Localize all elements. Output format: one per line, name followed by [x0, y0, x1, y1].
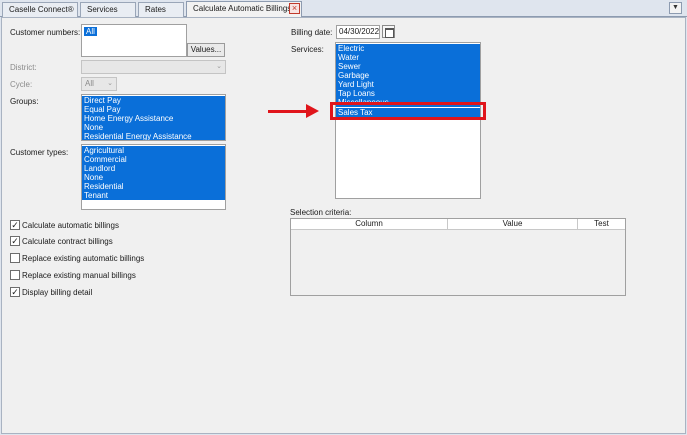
- list-item[interactable]: Tap Loans: [336, 89, 480, 98]
- column-header-test[interactable]: Test: [578, 219, 625, 230]
- customer-numbers-value: All: [84, 27, 97, 36]
- calculate-contract-billings-checkbox[interactable]: ✓: [10, 236, 20, 246]
- selection-criteria-label: Selection criteria:: [290, 208, 352, 217]
- values-button[interactable]: Values...: [187, 43, 225, 57]
- services-list[interactable]: Electric Water Sewer Garbage Yard Light …: [335, 42, 481, 199]
- annotation-highlight-box: [330, 102, 486, 120]
- tab-rates[interactable]: Rates: [138, 2, 184, 17]
- cycle-label: Cycle:: [10, 80, 33, 89]
- list-item[interactable]: Home Energy Assistance: [82, 114, 225, 123]
- cycle-value: All: [85, 79, 94, 88]
- list-item[interactable]: Electric: [336, 44, 480, 53]
- calculate-contract-billings-label: Calculate contract billings: [22, 237, 113, 246]
- billing-date-input[interactable]: 04/30/2022: [336, 25, 380, 39]
- customer-numbers-input[interactable]: All: [81, 24, 187, 57]
- chevron-down-icon: ⌄: [216, 63, 222, 70]
- list-item[interactable]: Residential Energy Assistance: [82, 132, 225, 140]
- groups-list[interactable]: Direct Pay Equal Pay Home Energy Assista…: [81, 94, 226, 141]
- list-item[interactable]: Residential: [82, 182, 225, 191]
- close-tab-icon[interactable]: ×: [289, 3, 300, 14]
- column-header-value[interactable]: Value: [448, 219, 578, 230]
- list-item[interactable]: Tenant: [82, 191, 225, 200]
- annotation-arrow-icon: [306, 104, 319, 118]
- tab-bar: Caselle Connect® Services Rates Calculat…: [0, 0, 687, 17]
- list-item[interactable]: None: [82, 173, 225, 182]
- list-item[interactable]: Landlord: [82, 164, 225, 173]
- services-label: Services:: [291, 45, 324, 54]
- display-billing-detail-label: Display billing detail: [22, 288, 93, 297]
- customer-types-list[interactable]: Agricultural Commercial Landlord None Re…: [81, 144, 226, 210]
- cycle-select[interactable]: All ⌄: [81, 77, 117, 91]
- list-item[interactable]: Direct Pay: [82, 96, 225, 105]
- calendar-icon[interactable]: [382, 25, 395, 38]
- replace-existing-automatic-billings-label: Replace existing automatic billings: [22, 254, 145, 263]
- list-item[interactable]: Equal Pay: [82, 105, 225, 114]
- groups-label: Groups:: [10, 97, 39, 106]
- column-header-column[interactable]: Column: [291, 219, 448, 230]
- list-item[interactable]: Garbage: [336, 71, 480, 80]
- selection-criteria-grid[interactable]: Column Value Test: [290, 218, 626, 296]
- list-item[interactable]: None: [82, 123, 225, 132]
- replace-existing-manual-billings-checkbox[interactable]: [10, 270, 20, 280]
- district-select[interactable]: ⌄: [81, 60, 226, 74]
- list-item[interactable]: Agricultural: [82, 146, 225, 155]
- customer-numbers-label: Customer numbers:: [10, 28, 81, 37]
- list-item[interactable]: Sewer: [336, 62, 480, 71]
- list-item[interactable]: Commercial: [82, 155, 225, 164]
- replace-existing-automatic-billings-checkbox[interactable]: [10, 253, 20, 263]
- billing-date-label: Billing date:: [291, 28, 333, 37]
- tab-caselle-connect[interactable]: Caselle Connect®: [2, 2, 78, 17]
- tab-menu-dropdown-icon[interactable]: ▼: [669, 2, 682, 14]
- tab-services[interactable]: Services: [80, 2, 136, 17]
- list-item[interactable]: Water: [336, 53, 480, 62]
- calculate-automatic-billings-checkbox[interactable]: ✓: [10, 220, 20, 230]
- customer-types-label: Customer types:: [10, 148, 69, 157]
- district-label: District:: [10, 63, 37, 72]
- annotation-arrow-line: [268, 110, 308, 113]
- replace-existing-manual-billings-label: Replace existing manual billings: [22, 271, 136, 280]
- display-billing-detail-checkbox[interactable]: ✓: [10, 287, 20, 297]
- calculate-automatic-billings-label: Calculate automatic billings: [22, 221, 119, 230]
- chevron-down-icon: ⌄: [107, 80, 113, 87]
- list-item[interactable]: Yard Light: [336, 80, 480, 89]
- tab-calculate-automatic-billings[interactable]: Calculate Automatic Billings: [186, 1, 302, 17]
